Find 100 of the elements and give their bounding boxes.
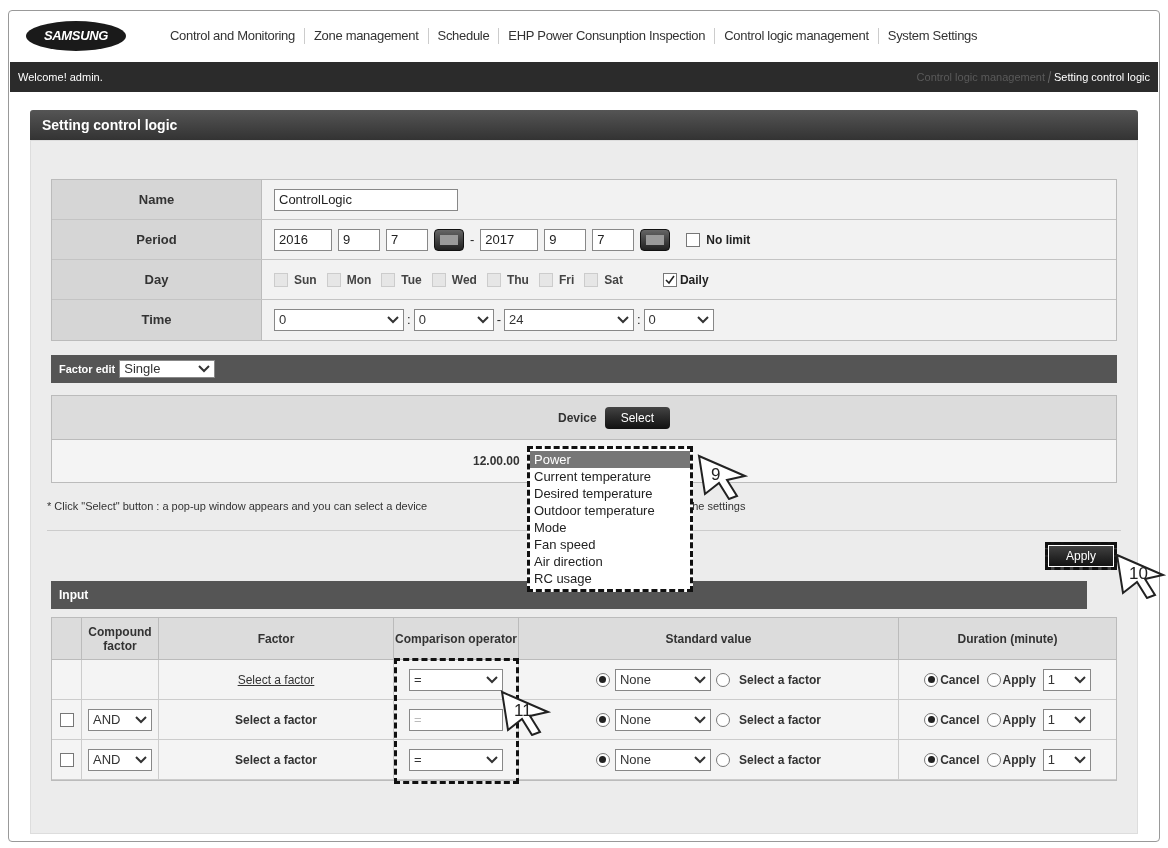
note-text: he settings xyxy=(692,499,746,515)
checkbox[interactable] xyxy=(662,272,677,287)
field-label: Day xyxy=(52,260,262,299)
text-field[interactable]: 2017 xyxy=(480,228,539,251)
column-header: Standard value xyxy=(665,631,752,646)
radio-button[interactable] xyxy=(924,712,939,727)
text-field[interactable]: 9 xyxy=(544,228,587,251)
nav-link[interactable]: System Settings xyxy=(887,26,978,46)
dropdown[interactable]: 24 xyxy=(503,309,634,331)
radio-button[interactable] xyxy=(715,712,730,727)
dropdown[interactable]: 0 xyxy=(643,309,714,331)
text-field[interactable]: 7 xyxy=(386,228,428,251)
radio-label: Apply xyxy=(1002,711,1036,729)
chevron-icon xyxy=(693,755,706,764)
checkbox-label: Sat xyxy=(604,271,623,289)
checkbox-label: Fri xyxy=(558,271,575,289)
nav-link[interactable]: EHP Power Consunption Inspection xyxy=(508,26,706,46)
radio-label: Apply xyxy=(1002,671,1036,689)
radio-button[interactable] xyxy=(986,752,1001,767)
field-label: Name xyxy=(52,180,262,219)
radio-label: Cancel xyxy=(940,711,980,729)
radio-button[interactable] xyxy=(595,672,610,687)
checkbox-label: Mon xyxy=(346,271,372,289)
chevron-icon xyxy=(198,365,211,373)
text-field[interactable]: 9 xyxy=(338,228,380,251)
radio-button[interactable] xyxy=(924,752,939,767)
radio-button[interactable] xyxy=(715,752,730,767)
radio-button[interactable] xyxy=(595,712,610,727)
separator-text: - xyxy=(470,230,475,249)
field-label: Device xyxy=(557,409,597,427)
field-label: Period xyxy=(52,220,262,259)
nav-link[interactable]: Control logic management xyxy=(724,26,869,46)
radio-label: Select a factor xyxy=(738,711,821,729)
dropdown[interactable]: None xyxy=(614,708,711,731)
dropdown[interactable]: = xyxy=(409,668,503,691)
separator-text: - xyxy=(496,311,501,330)
dropdown[interactable]: None xyxy=(614,748,711,771)
radio-button[interactable] xyxy=(986,672,1001,687)
factor-link[interactable]: Select a factor xyxy=(237,670,315,689)
dropdown[interactable]: Single xyxy=(119,360,216,378)
list-option[interactable]: Mode xyxy=(530,519,690,536)
text-field[interactable]: 2016 xyxy=(274,228,332,251)
nav-link[interactable]: Zone management xyxy=(313,26,419,46)
apply-button[interactable]: Apply xyxy=(1045,542,1117,570)
nav-link[interactable]: Schedule xyxy=(437,26,490,46)
welcome-text: Welcome! admin. xyxy=(18,69,103,85)
checkbox[interactable] xyxy=(686,232,701,247)
list-option[interactable]: Current temperature xyxy=(530,468,690,485)
checkbox-label: Tue xyxy=(401,271,422,289)
chevron-icon xyxy=(135,755,147,764)
radio-label: Cancel xyxy=(940,671,980,689)
list-option[interactable]: Outdoor temperature xyxy=(530,502,690,519)
list-option[interactable]: RC usage xyxy=(530,570,690,587)
chevron-icon xyxy=(1073,675,1086,684)
list-option[interactable]: Fan speed xyxy=(530,536,690,553)
radio-label: Cancel xyxy=(940,751,980,769)
factor-link[interactable]: Select a factor xyxy=(234,710,317,729)
checkbox[interactable] xyxy=(59,712,74,727)
dropdown[interactable]: = xyxy=(409,748,503,771)
radio-button[interactable] xyxy=(986,712,1001,727)
checkbox[interactable] xyxy=(59,752,74,767)
radio-button[interactable] xyxy=(715,672,730,687)
calendar-icon[interactable] xyxy=(434,228,464,251)
list-option[interactable]: Desired temperature xyxy=(530,485,690,502)
text-field[interactable]: ControlLogic xyxy=(274,188,458,211)
dropdown[interactable]: 0 xyxy=(413,309,494,331)
chevron-icon xyxy=(486,675,498,684)
dropdown[interactable]: 1 xyxy=(1042,748,1091,771)
dropdown[interactable]: 1 xyxy=(1042,668,1091,691)
dropdown[interactable]: None xyxy=(614,668,711,691)
list-option[interactable]: Air direction xyxy=(530,553,690,570)
radio-label: Select a factor xyxy=(738,671,821,689)
text-field[interactable]: 7 xyxy=(592,228,635,251)
radio-button[interactable] xyxy=(924,672,939,687)
chevron-icon xyxy=(693,675,706,684)
chevron-icon xyxy=(616,316,629,324)
separator-text: : xyxy=(407,311,411,330)
column-header: Factor xyxy=(257,631,295,646)
list-option[interactable]: Power xyxy=(530,451,690,468)
column-header: Duration (minute) xyxy=(957,631,1058,646)
select-button[interactable]: Select xyxy=(604,406,671,429)
factor-link[interactable]: Select a factor xyxy=(234,750,317,769)
chevron-icon xyxy=(696,316,709,324)
note-text: * Click "Select" button : a pop-up window appears and you can select a device xyxy=(47,499,428,515)
column-header: Compound factor xyxy=(87,624,153,653)
chevron-icon xyxy=(476,316,489,324)
nav-link[interactable]: Control and Monitoring xyxy=(170,26,295,46)
dropdown[interactable]: 1 xyxy=(1042,708,1091,731)
separator-text: : xyxy=(636,311,641,330)
dropdown[interactable]: AND xyxy=(88,708,152,731)
dropdown[interactable]: 0 xyxy=(274,309,404,331)
checkbox-label: Wed xyxy=(451,271,477,289)
calendar-icon[interactable] xyxy=(640,228,671,251)
toolbar-label: Factor edit xyxy=(59,361,116,377)
section-header: Setting control logic xyxy=(30,110,1138,140)
chevron-icon xyxy=(1073,715,1086,724)
radio-button[interactable] xyxy=(595,752,610,767)
checkbox-label: Thu xyxy=(506,271,529,289)
factor-listbox[interactable]: Power Current temperature Desired temperature Outdoor temperature Mode Fan speed Air direction RC usage xyxy=(527,446,693,592)
dropdown[interactable]: AND xyxy=(88,748,152,771)
